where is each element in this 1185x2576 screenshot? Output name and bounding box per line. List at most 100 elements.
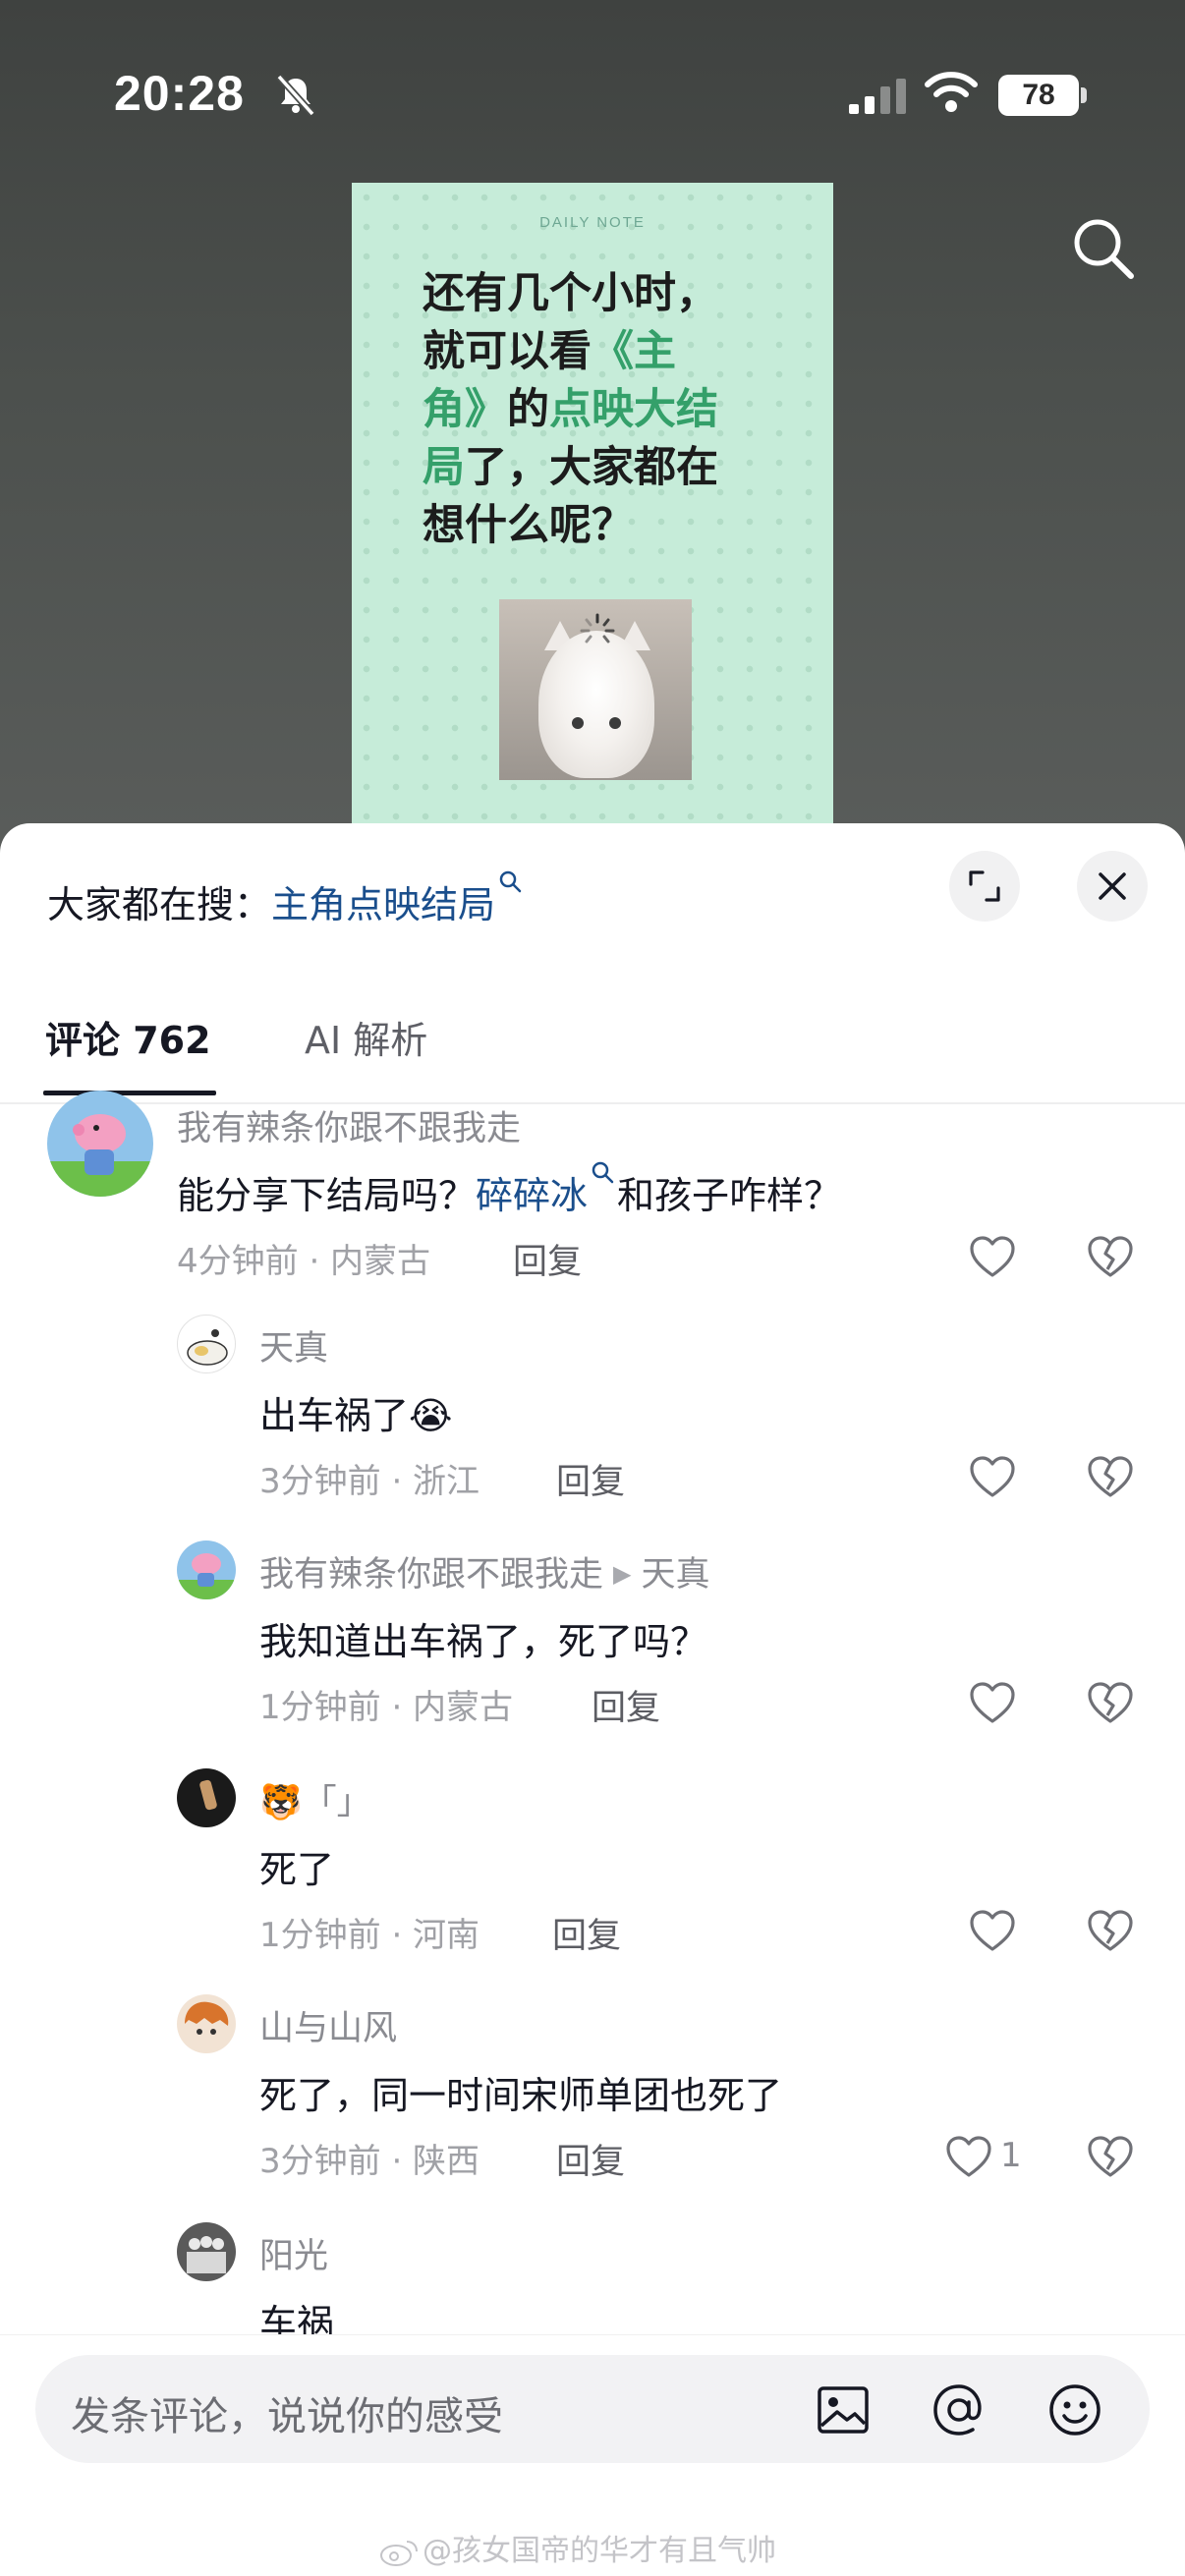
comment-text: 出车祸了😭 [259, 1394, 453, 1437]
weibo-logo-icon [380, 2540, 418, 2566]
broken-heart-icon[interactable] [1087, 1910, 1134, 1953]
avatar[interactable] [47, 1091, 153, 1197]
battery-cap [1081, 87, 1087, 103]
reply-button[interactable]: 回复 [513, 1234, 582, 1284]
comment-meta: 1分钟前 · 河南 [259, 1916, 480, 1955]
note-line-2a: 就可以看 [423, 327, 592, 376]
avatar[interactable] [177, 2222, 236, 2281]
comment-username[interactable]: 山与山风 [259, 2000, 397, 2050]
image-icon[interactable] [814, 2380, 873, 2439]
reply-button[interactable]: 回复 [552, 1908, 621, 1958]
video-area[interactable]: 20:28 78 DAILY NOTE 还有几个小时， 就可以看《主 角》的点映… [0, 0, 1185, 865]
comment-username[interactable]: 我有辣条你跟不跟我走 [177, 1100, 521, 1150]
heart-icon[interactable] [969, 1236, 1016, 1279]
peppa-pig-avatar-icon [47, 1114, 153, 1197]
silent-bell-icon [276, 74, 315, 117]
avatar[interactable] [177, 1315, 236, 1373]
heart-icon[interactable] [969, 1910, 1016, 1953]
search-icon [499, 870, 522, 893]
broken-heart-icon[interactable] [1087, 1456, 1134, 1499]
heart-icon[interactable] [945, 2136, 992, 2179]
reply-button[interactable]: 回复 [556, 2134, 625, 2184]
search-icon [592, 1161, 614, 1184]
comment-text-part: 和孩子咋样？ [617, 1174, 842, 1217]
comment-input-bar: 发条评论，说说你的感受 @孩女国帝的华才有且气帅 [0, 2334, 1185, 2576]
comment-text: 能分享下结局吗？碎碎冰 和孩子咋样？ [177, 1161, 842, 1219]
cat-eye [572, 717, 584, 729]
note-line-4a: 局 [423, 443, 465, 492]
broken-heart-icon[interactable] [1087, 2136, 1134, 2179]
cat-body [538, 631, 654, 778]
status-bar: 20:28 78 [0, 0, 1185, 187]
clock: 20:28 [114, 66, 245, 121]
close-button[interactable] [1077, 851, 1148, 922]
comment-text: 我知道出车祸了，死了吗？ [259, 1620, 708, 1663]
comment-text: 死了 [259, 1848, 335, 1891]
cat-photo [499, 599, 692, 780]
reply-button[interactable]: 回复 [592, 1680, 660, 1730]
avatar[interactable] [177, 1768, 236, 1827]
comment-username[interactable]: 天真 [259, 1320, 328, 1371]
watermark-text: @孩女国帝的华才有且气帅 [423, 2534, 776, 2568]
comment-username[interactable]: 阳光 [259, 2228, 328, 2278]
cartoon-avatar-icon [187, 1329, 228, 1366]
close-icon [1099, 872, 1126, 900]
note-text: 还有几个小时， 就可以看《主 角》的点映大结 局了，大家都在 想什么呢？ [423, 265, 757, 555]
reply-item[interactable]: 阳光 车祸 [0, 2222, 1185, 2336]
note-line-3c: 点映大结 [549, 385, 718, 434]
comment-search-link[interactable]: 碎碎冰 [476, 1174, 588, 1217]
hot-search-prefix: 大家都在搜： [47, 883, 272, 926]
comment-sheet: 大家都在搜：主角点映结局 评论 762 AI 解析 我有辣条你跟不跟我走 能分享… [0, 823, 1185, 2576]
search-icon[interactable] [1069, 214, 1138, 283]
anime-avatar-icon [185, 2001, 229, 2035]
mention-icon[interactable] [930, 2380, 988, 2439]
comment-text: 车祸 [259, 2302, 335, 2336]
like-count: 1 [1000, 2136, 1022, 2175]
group-photo-avatar-icon [187, 2236, 226, 2273]
cat-eye [609, 717, 621, 729]
hot-search[interactable]: 大家都在搜：主角点映结局 [47, 870, 525, 928]
battery-indicator: 78 [998, 75, 1079, 116]
expand-icon [969, 870, 1000, 902]
comment-tabs: 评论 762 AI 解析 [0, 992, 1185, 1104]
expand-button[interactable] [949, 851, 1020, 922]
comment-username: 我有辣条你跟不跟我走 ▶ 天真 [259, 1546, 710, 1596]
dark-photo-avatar-icon [199, 1779, 217, 1811]
watermark: @孩女国帝的华才有且气帅 [379, 2526, 776, 2569]
tab-comments[interactable]: 评论 762 [45, 1010, 211, 1064]
active-tab-indicator [43, 1091, 216, 1095]
note-line-3a: 角》 [423, 385, 507, 434]
note-line-5: 想什么呢？ [423, 501, 634, 550]
comment-text-part: 能分享下结局吗？ [177, 1174, 477, 1217]
comment-input[interactable]: 发条评论，说说你的感受 [35, 2355, 1150, 2463]
note-tag: DAILY NOTE [539, 214, 646, 231]
comment-text: 死了，同一时间宋师单团也死了 [259, 2074, 783, 2117]
hot-search-link[interactable]: 主角点映结局 [271, 883, 495, 926]
avatar[interactable] [177, 1540, 236, 1599]
note-line-4b: 了，大家都在 [465, 443, 718, 492]
cellular-signal-icon [849, 79, 906, 114]
reply-target[interactable]: 天真 [641, 1555, 709, 1595]
comment-meta: 3分钟前 · 浙江 [259, 1462, 480, 1501]
broken-heart-icon[interactable] [1087, 1236, 1134, 1279]
heart-icon[interactable] [969, 1456, 1016, 1499]
comment-username[interactable]: 🐯「」 [259, 1774, 371, 1824]
reply-button[interactable]: 回复 [556, 1454, 625, 1504]
emoji-icon[interactable] [1045, 2380, 1104, 2439]
note-card-image: DAILY NOTE 还有几个小时， 就可以看《主 角》的点映大结 局了，大家都… [352, 183, 833, 865]
peppa-pig-avatar-icon [177, 1553, 236, 1599]
tab-ai-analysis[interactable]: AI 解析 [305, 1010, 427, 1064]
comment-input-placeholder: 发条评论，说说你的感受 [71, 2394, 503, 2439]
loading-spinner-icon [580, 613, 615, 644]
reply-arrow-icon: ▶ [613, 1560, 632, 1588]
comment-meta: 3分钟前 · 陕西 [259, 2142, 480, 2181]
note-line-1: 还有几个小时， [423, 269, 718, 318]
broken-heart-icon[interactable] [1087, 1682, 1134, 1725]
heart-icon[interactable] [969, 1682, 1016, 1725]
note-line-3b: 的 [507, 385, 549, 434]
avatar[interactable] [177, 1994, 236, 2053]
reply-author[interactable]: 我有辣条你跟不跟我走 [259, 1555, 603, 1595]
comment-meta: 1分钟前 · 内蒙古 [259, 1688, 514, 1727]
wifi-icon [925, 72, 978, 112]
note-line-2b: 《主 [592, 327, 676, 376]
